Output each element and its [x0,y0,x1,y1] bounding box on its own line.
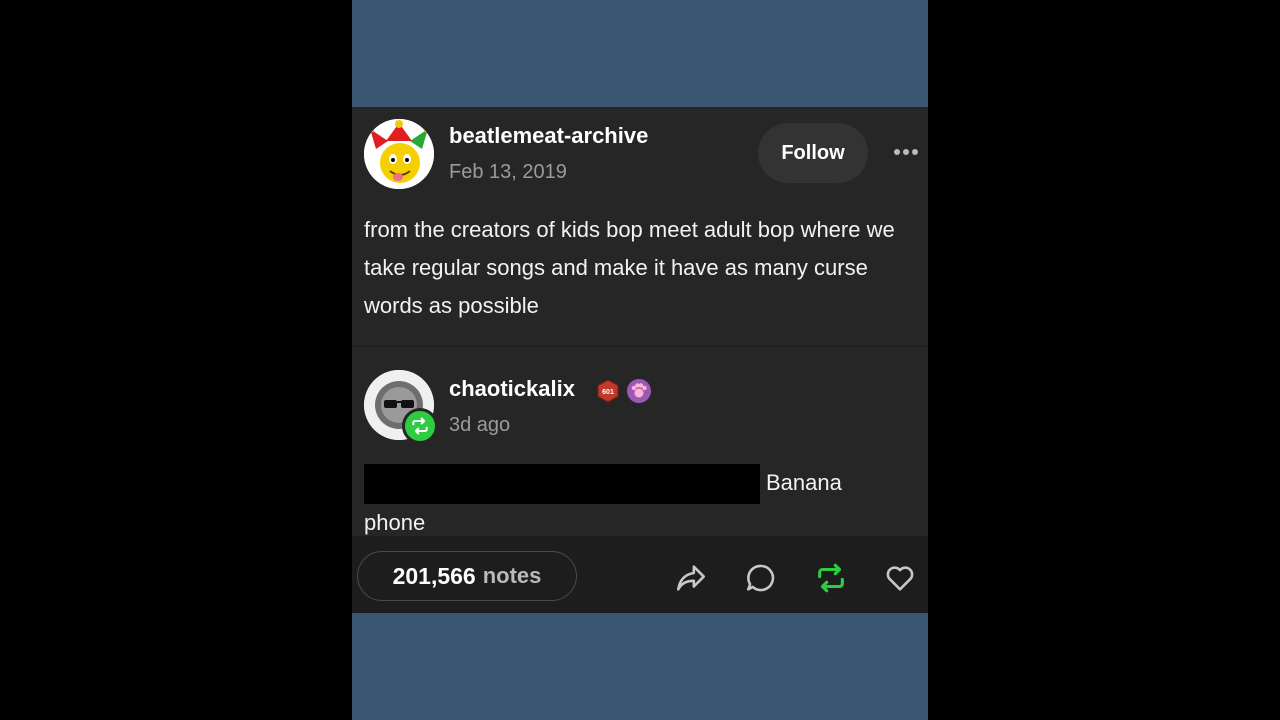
dot [912,149,918,155]
reblog-body: Banana phone [364,464,904,542]
reblog-header: chaotickalix 601 3d ago [364,370,916,445]
hexagon-badge-text: 601 [602,389,614,396]
avatar[interactable] [364,119,434,189]
divider [352,346,928,347]
redacted-block [364,464,760,505]
share-icon[interactable] [674,561,708,595]
reblog-username[interactable]: chaotickalix [449,376,575,402]
jester-emoji-icon [364,119,434,189]
notes-button[interactable]: 201,566 notes [357,551,577,601]
dot [903,149,909,155]
more-options-icon[interactable] [888,139,924,165]
reblog-arrows-icon [412,417,428,435]
post-footer: 201,566 notes [352,536,928,613]
reblog-badge-icon [402,408,438,444]
heart-icon[interactable] [883,561,917,595]
post-date: Feb 13, 2019 [449,161,567,183]
phone-frame: beatlemeat-archive Feb 13, 2019 Follow f… [352,0,928,720]
paw-badge-icon [627,379,651,403]
hexagon-badge-icon: 601 [597,379,619,403]
post-header: beatlemeat-archive Feb 13, 2019 Follow [364,119,918,191]
post-body-text: from the creators of kids bop meet adult… [364,217,895,318]
dot [894,149,900,155]
reblog-icon[interactable] [814,561,848,595]
comment-icon[interactable] [744,561,778,595]
reblog-time: 3d ago [449,414,511,436]
follow-button[interactable]: Follow [758,123,868,183]
notes-label: notes [482,563,542,588]
post-username[interactable]: beatlemeat-archive [449,123,648,149]
notes-count: 201,566 [392,562,476,589]
post-card: beatlemeat-archive Feb 13, 2019 Follow f… [352,107,928,613]
